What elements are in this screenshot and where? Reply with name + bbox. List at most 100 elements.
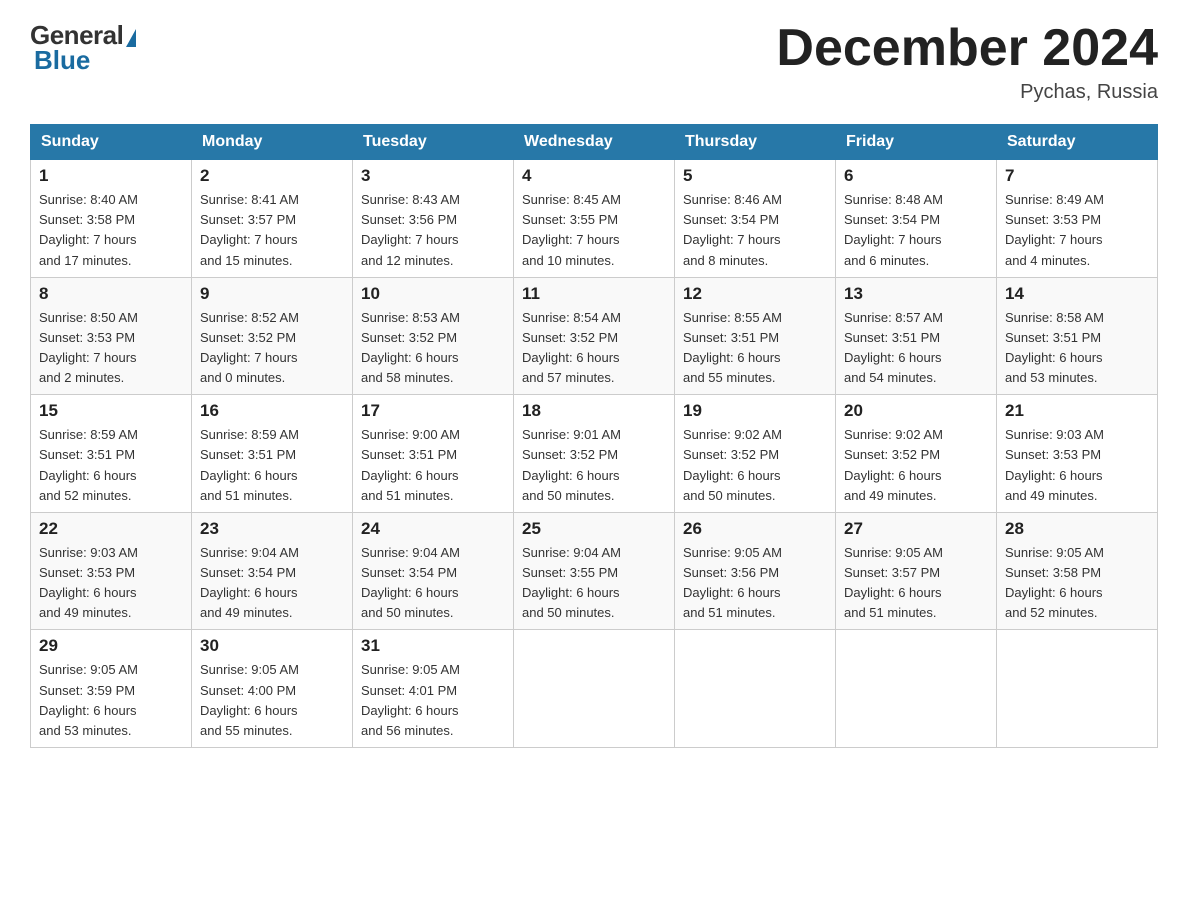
calendar-cell: 9 Sunrise: 8:52 AM Sunset: 3:52 PM Daylig…: [192, 277, 353, 395]
day-info: Sunrise: 9:04 AM Sunset: 3:55 PM Dayligh…: [522, 543, 666, 624]
calendar-cell: 8 Sunrise: 8:50 AM Sunset: 3:53 PM Daylig…: [31, 277, 192, 395]
calendar-cell: 13Sunrise: 8:57 AM Sunset: 3:51 PM Dayli…: [836, 277, 997, 395]
calendar-cell: 23Sunrise: 9:04 AM Sunset: 3:54 PM Dayli…: [192, 512, 353, 630]
day-number: 20: [844, 401, 988, 421]
calendar-cell: 27 Sunrise: 9:05 AM Sunset: 3:57 PM Dayli…: [836, 512, 997, 630]
day-number: 5: [683, 166, 827, 186]
day-info: Sunrise: 9:05 AM Sunset: 3:56 PM Dayligh…: [683, 543, 827, 624]
day-number: 29: [39, 636, 183, 656]
calendar-cell: 30 Sunrise: 9:05 AM Sunset: 4:00 PM Dayli…: [192, 630, 353, 748]
calendar-cell: 11 Sunrise: 8:54 AM Sunset: 3:52 PM Dayli…: [514, 277, 675, 395]
day-number: 22: [39, 519, 183, 539]
day-number: 14: [1005, 284, 1149, 304]
calendar-cell: 2Sunrise: 8:41 AM Sunset: 3:57 PM Daylig…: [192, 160, 353, 278]
title-area: December 2024 Pychas, Russia: [776, 20, 1158, 104]
day-info: Sunrise: 9:05 AM Sunset: 4:01 PM Dayligh…: [361, 660, 505, 741]
col-header-wednesday: Wednesday: [514, 125, 675, 160]
calendar-cell: 5 Sunrise: 8:46 AM Sunset: 3:54 PM Daylig…: [675, 160, 836, 278]
day-info: Sunrise: 9:04 AM Sunset: 3:54 PM Dayligh…: [361, 543, 505, 624]
logo-triangle-icon: [126, 29, 136, 47]
calendar-cell: 12 Sunrise: 8:55 AM Sunset: 3:51 PM Dayli…: [675, 277, 836, 395]
day-info: Sunrise: 9:02 AM Sunset: 3:52 PM Dayligh…: [844, 425, 988, 506]
day-number: 16: [200, 401, 344, 421]
day-info: Sunrise: 9:02 AM Sunset: 3:52 PM Dayligh…: [683, 425, 827, 506]
calendar-cell: 18Sunrise: 9:01 AM Sunset: 3:52 PM Dayli…: [514, 395, 675, 513]
day-number: 15: [39, 401, 183, 421]
day-info: Sunrise: 8:50 AM Sunset: 3:53 PM Dayligh…: [39, 308, 183, 389]
calendar-cell: [997, 630, 1158, 748]
calendar-cell: 7 Sunrise: 8:49 AM Sunset: 3:53 PM Daylig…: [997, 160, 1158, 278]
calendar-cell: 19Sunrise: 9:02 AM Sunset: 3:52 PM Dayli…: [675, 395, 836, 513]
calendar-week-row: 15 Sunrise: 8:59 AM Sunset: 3:51 PM Dayli…: [31, 395, 1158, 513]
day-info: Sunrise: 8:54 AM Sunset: 3:52 PM Dayligh…: [522, 308, 666, 389]
day-number: 2: [200, 166, 344, 186]
logo: General Blue: [30, 20, 136, 76]
calendar-cell: 16Sunrise: 8:59 AM Sunset: 3:51 PM Dayli…: [192, 395, 353, 513]
day-info: Sunrise: 8:57 AM Sunset: 3:51 PM Dayligh…: [844, 308, 988, 389]
day-number: 1: [39, 166, 183, 186]
calendar-cell: [514, 630, 675, 748]
calendar-header-row: SundayMondayTuesdayWednesdayThursdayFrid…: [31, 125, 1158, 160]
calendar-cell: 3 Sunrise: 8:43 AM Sunset: 3:56 PM Daylig…: [353, 160, 514, 278]
day-number: 30: [200, 636, 344, 656]
day-number: 26: [683, 519, 827, 539]
calendar-cell: 6Sunrise: 8:48 AM Sunset: 3:54 PM Daylig…: [836, 160, 997, 278]
day-info: Sunrise: 9:03 AM Sunset: 3:53 PM Dayligh…: [39, 543, 183, 624]
day-info: Sunrise: 8:53 AM Sunset: 3:52 PM Dayligh…: [361, 308, 505, 389]
location-text: Pychas, Russia: [776, 81, 1158, 104]
day-number: 12: [683, 284, 827, 304]
day-number: 6: [844, 166, 988, 186]
day-number: 23: [200, 519, 344, 539]
day-number: 3: [361, 166, 505, 186]
day-number: 27: [844, 519, 988, 539]
day-info: Sunrise: 9:01 AM Sunset: 3:52 PM Dayligh…: [522, 425, 666, 506]
day-info: Sunrise: 8:52 AM Sunset: 3:52 PM Dayligh…: [200, 308, 344, 389]
day-info: Sunrise: 9:03 AM Sunset: 3:53 PM Dayligh…: [1005, 425, 1149, 506]
col-header-friday: Friday: [836, 125, 997, 160]
day-number: 25: [522, 519, 666, 539]
day-info: Sunrise: 8:46 AM Sunset: 3:54 PM Dayligh…: [683, 190, 827, 271]
day-info: Sunrise: 9:05 AM Sunset: 3:58 PM Dayligh…: [1005, 543, 1149, 624]
col-header-thursday: Thursday: [675, 125, 836, 160]
calendar-cell: 25 Sunrise: 9:04 AM Sunset: 3:55 PM Dayli…: [514, 512, 675, 630]
day-info: Sunrise: 9:00 AM Sunset: 3:51 PM Dayligh…: [361, 425, 505, 506]
page-header: General Blue December 2024 Pychas, Russi…: [30, 20, 1158, 104]
calendar-cell: 22 Sunrise: 9:03 AM Sunset: 3:53 PM Dayli…: [31, 512, 192, 630]
calendar-week-row: 22 Sunrise: 9:03 AM Sunset: 3:53 PM Dayli…: [31, 512, 1158, 630]
day-number: 7: [1005, 166, 1149, 186]
day-number: 17: [361, 401, 505, 421]
day-info: Sunrise: 8:58 AM Sunset: 3:51 PM Dayligh…: [1005, 308, 1149, 389]
day-number: 11: [522, 284, 666, 304]
day-info: Sunrise: 8:55 AM Sunset: 3:51 PM Dayligh…: [683, 308, 827, 389]
col-header-monday: Monday: [192, 125, 353, 160]
col-header-sunday: Sunday: [31, 125, 192, 160]
calendar-cell: 1Sunrise: 8:40 AM Sunset: 3:58 PM Daylig…: [31, 160, 192, 278]
day-number: 10: [361, 284, 505, 304]
day-info: Sunrise: 8:49 AM Sunset: 3:53 PM Dayligh…: [1005, 190, 1149, 271]
calendar-cell: 4Sunrise: 8:45 AM Sunset: 3:55 PM Daylig…: [514, 160, 675, 278]
calendar-cell: 24Sunrise: 9:04 AM Sunset: 3:54 PM Dayli…: [353, 512, 514, 630]
calendar-week-row: 1Sunrise: 8:40 AM Sunset: 3:58 PM Daylig…: [31, 160, 1158, 278]
day-info: Sunrise: 9:05 AM Sunset: 4:00 PM Dayligh…: [200, 660, 344, 741]
day-number: 31: [361, 636, 505, 656]
calendar-cell: 29 Sunrise: 9:05 AM Sunset: 3:59 PM Dayli…: [31, 630, 192, 748]
col-header-tuesday: Tuesday: [353, 125, 514, 160]
day-info: Sunrise: 9:05 AM Sunset: 3:59 PM Dayligh…: [39, 660, 183, 741]
day-info: Sunrise: 9:05 AM Sunset: 3:57 PM Dayligh…: [844, 543, 988, 624]
calendar-cell: 15 Sunrise: 8:59 AM Sunset: 3:51 PM Dayli…: [31, 395, 192, 513]
day-number: 9: [200, 284, 344, 304]
day-info: Sunrise: 8:43 AM Sunset: 3:56 PM Dayligh…: [361, 190, 505, 271]
calendar-cell: 17 Sunrise: 9:00 AM Sunset: 3:51 PM Dayli…: [353, 395, 514, 513]
day-info: Sunrise: 8:45 AM Sunset: 3:55 PM Dayligh…: [522, 190, 666, 271]
day-info: Sunrise: 8:59 AM Sunset: 3:51 PM Dayligh…: [39, 425, 183, 506]
calendar-cell: [836, 630, 997, 748]
calendar-cell: 31 Sunrise: 9:05 AM Sunset: 4:01 PM Dayli…: [353, 630, 514, 748]
logo-blue-text: Blue: [34, 45, 90, 76]
calendar-table: SundayMondayTuesdayWednesdayThursdayFrid…: [30, 124, 1158, 748]
calendar-week-row: 8 Sunrise: 8:50 AM Sunset: 3:53 PM Daylig…: [31, 277, 1158, 395]
calendar-cell: [675, 630, 836, 748]
calendar-cell: 10 Sunrise: 8:53 AM Sunset: 3:52 PM Dayli…: [353, 277, 514, 395]
calendar-week-row: 29 Sunrise: 9:05 AM Sunset: 3:59 PM Dayli…: [31, 630, 1158, 748]
day-number: 8: [39, 284, 183, 304]
col-header-saturday: Saturday: [997, 125, 1158, 160]
